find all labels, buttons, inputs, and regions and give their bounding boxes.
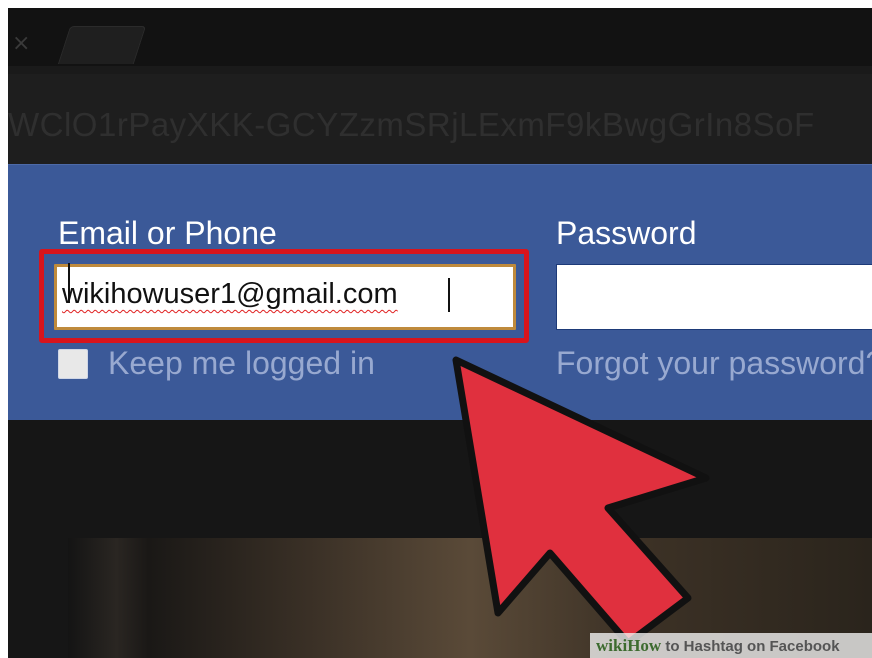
tab-close-icon[interactable]: × [12, 32, 36, 56]
watermark-brand-wiki: wiki [596, 636, 628, 655]
tabstrip-divider [8, 66, 872, 74]
password-label: Password [556, 215, 697, 251]
new-tab-button[interactable] [57, 26, 147, 64]
wikihow-watermark: wikiHow to Hashtag on Facebook [590, 633, 872, 658]
keep-logged-in-label[interactable]: Keep me logged in [108, 345, 375, 382]
address-bar[interactable]: WClO1rPayXKK-GCYZzmSRjLExmF9kBwgGrIn8SoF [8, 74, 872, 164]
watermark-title: to Hashtag on Facebook [661, 638, 840, 655]
email-label: Email or Phone [58, 215, 277, 251]
keep-logged-in-checkbox[interactable] [58, 349, 88, 379]
email-field-highlight [39, 249, 529, 343]
pointer-arrow-icon [452, 356, 710, 647]
address-bar-url[interactable]: WClO1rPayXKK-GCYZzmSRjLExmF9kBwgGrIn8SoF [8, 106, 815, 144]
watermark-brand-how: How [627, 636, 662, 655]
password-field[interactable] [556, 264, 872, 330]
browser-tabstrip: × [8, 8, 872, 74]
screenshot-frame: × WClO1rPayXKK-GCYZzmSRjLExmF9kBwgGrIn8S… [8, 8, 872, 658]
